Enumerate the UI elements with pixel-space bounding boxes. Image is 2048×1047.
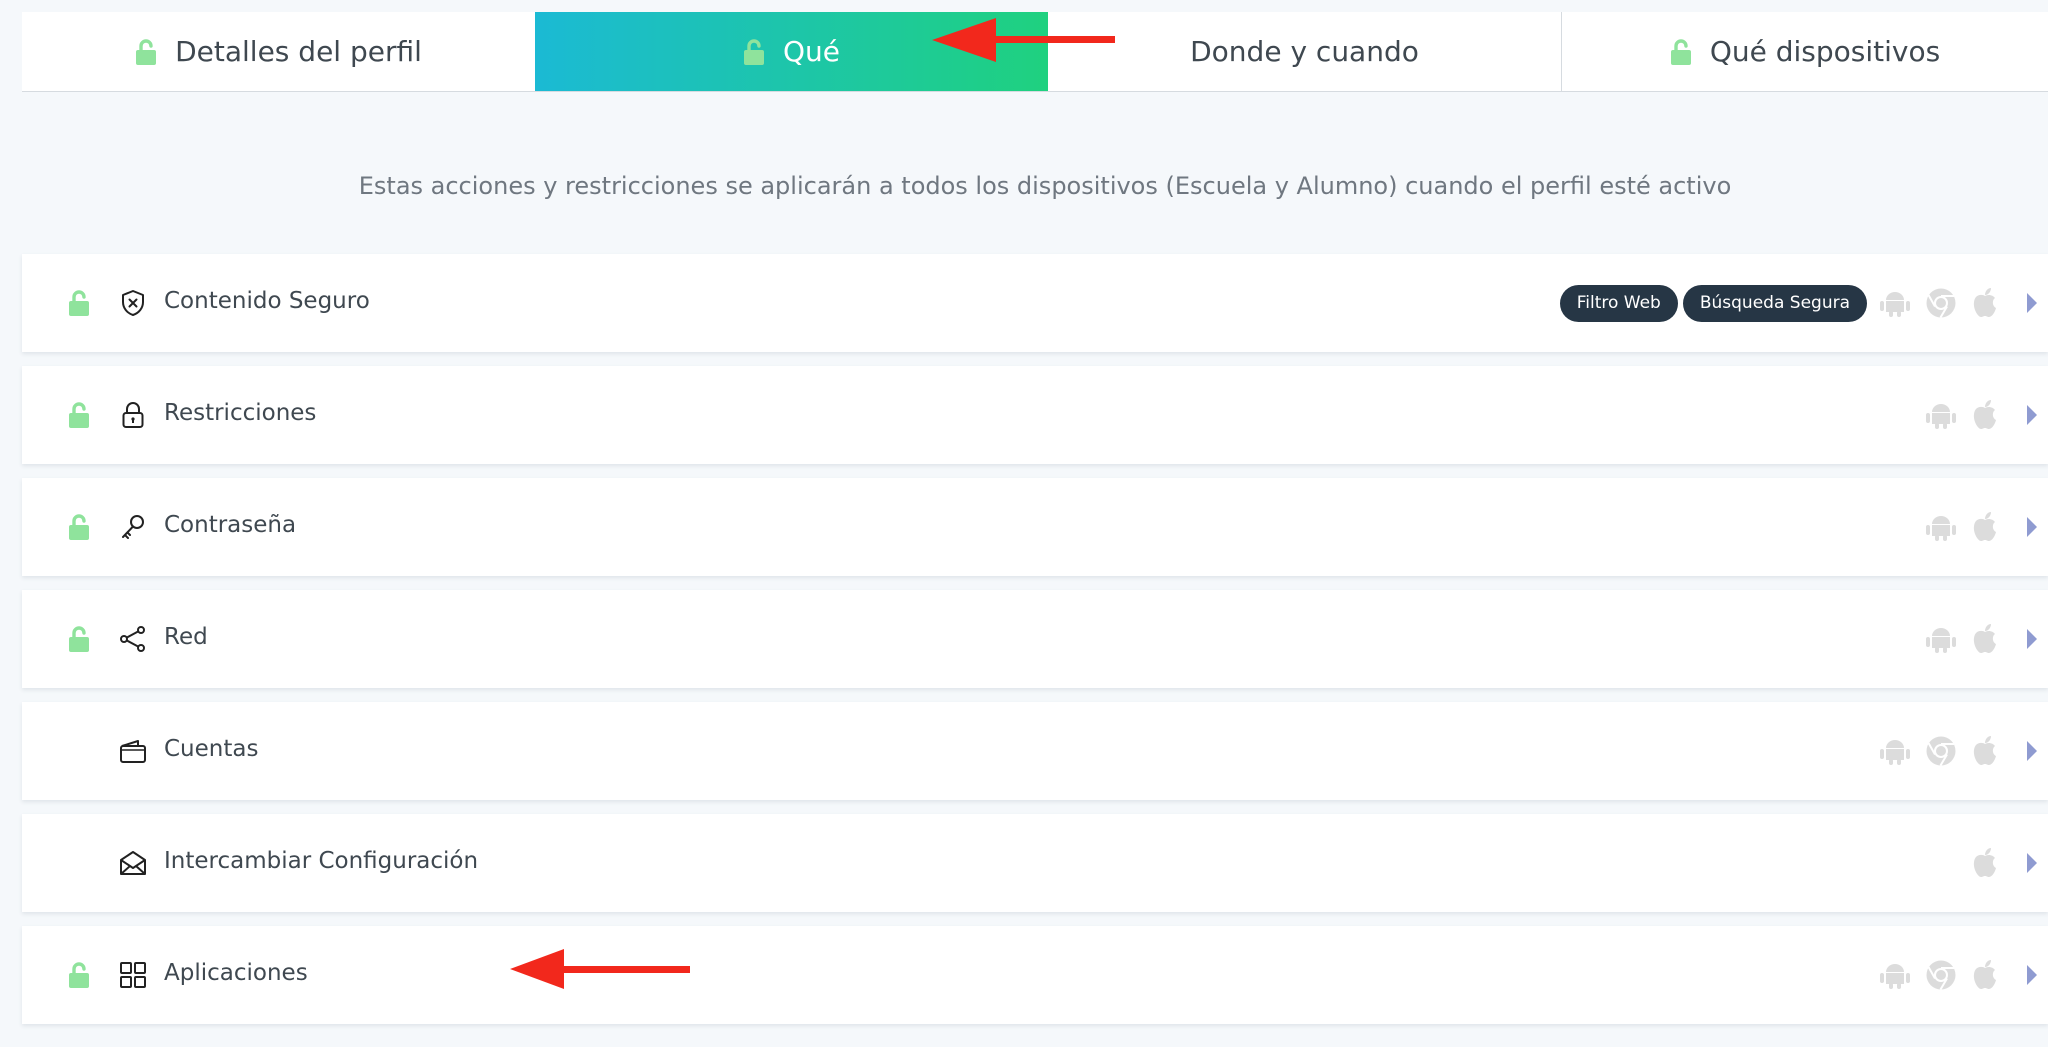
unlock-icon <box>1670 38 1691 65</box>
android-icon <box>1880 740 1910 765</box>
apple-icon <box>1973 512 1996 541</box>
apple-icon <box>1973 960 1996 989</box>
category-label: Aplicaciones <box>164 960 308 986</box>
chrome-icon <box>1926 736 1956 767</box>
tab-which-devices[interactable]: Qué dispositivos <box>1562 12 2048 91</box>
tab-profile-details[interactable]: Detalles del perfil <box>22 12 535 91</box>
android-icon <box>1926 516 1956 541</box>
apps-grid-icon <box>120 962 146 988</box>
unlock-icon <box>69 514 89 540</box>
chevron-right-icon[interactable] <box>2026 292 2038 314</box>
category-label: Contenido Seguro <box>164 288 370 314</box>
key-icon <box>122 515 144 539</box>
profile-description: Estas acciones y restricciones se aplica… <box>358 172 1732 200</box>
category-row-network[interactable]: Red <box>22 590 2048 688</box>
apple-icon <box>1973 400 1996 429</box>
chevron-right-icon[interactable] <box>2026 404 2038 426</box>
chevron-right-icon[interactable] <box>2026 964 2038 986</box>
android-icon <box>1880 964 1910 989</box>
android-icon <box>1926 404 1956 429</box>
shield-x-icon <box>122 290 144 316</box>
badge-safe-search: Búsqueda Segura <box>1682 284 1867 322</box>
category-row-exchange-settings[interactable]: Intercambiar Configuración <box>22 814 2048 912</box>
apple-icon <box>1973 624 1996 653</box>
category-row-safe-content[interactable]: Contenido Seguro Filtro Web Búsqueda Seg… <box>22 254 2048 352</box>
unlock-icon <box>136 38 157 65</box>
category-row-restrictions[interactable]: Restricciones <box>22 366 2048 464</box>
category-row-applications[interactable]: Aplicaciones <box>22 926 2048 1024</box>
padlock-icon <box>122 402 144 428</box>
tab-label: Qué dispositivos <box>1709 35 1941 68</box>
tab-label: Donde y cuando <box>1190 35 1419 68</box>
unlock-icon <box>69 626 89 652</box>
category-label: Cuentas <box>164 736 259 762</box>
android-icon <box>1880 292 1910 317</box>
unlock-icon <box>69 402 89 428</box>
android-icon <box>1926 628 1956 653</box>
category-row-password[interactable]: Contraseña <box>22 478 2048 576</box>
chevron-right-icon[interactable] <box>2026 516 2038 538</box>
unlock-icon <box>69 962 89 988</box>
chevron-right-icon[interactable] <box>2026 852 2038 874</box>
chrome-icon <box>1926 288 1956 319</box>
tab-label: Detalles del perfil <box>175 35 422 68</box>
apple-icon <box>1973 736 1996 765</box>
share-network-icon <box>120 626 145 652</box>
envelope-open-icon <box>120 851 146 875</box>
category-label: Contraseña <box>164 512 297 538</box>
badge-web-filter: Filtro Web <box>1559 284 1678 322</box>
category-label: Restricciones <box>164 400 317 426</box>
chrome-icon <box>1926 960 1956 991</box>
annotation-arrow-icon <box>932 18 1115 62</box>
apple-icon <box>1973 848 1996 877</box>
category-row-accounts[interactable]: Cuentas <box>22 702 2048 800</box>
unlock-icon <box>743 38 764 65</box>
unlock-icon <box>69 290 89 316</box>
chevron-right-icon[interactable] <box>2026 628 2038 650</box>
category-label: Red <box>164 624 208 650</box>
apple-icon <box>1973 288 1996 317</box>
tab-label: Qué <box>782 35 840 68</box>
category-label: Intercambiar Configuración <box>164 848 479 874</box>
annotation-arrow-icon <box>510 949 690 989</box>
chevron-right-icon[interactable] <box>2026 740 2038 762</box>
tab-where-when[interactable]: Donde y cuando <box>1048 12 1562 91</box>
wallet-icon <box>120 740 146 763</box>
